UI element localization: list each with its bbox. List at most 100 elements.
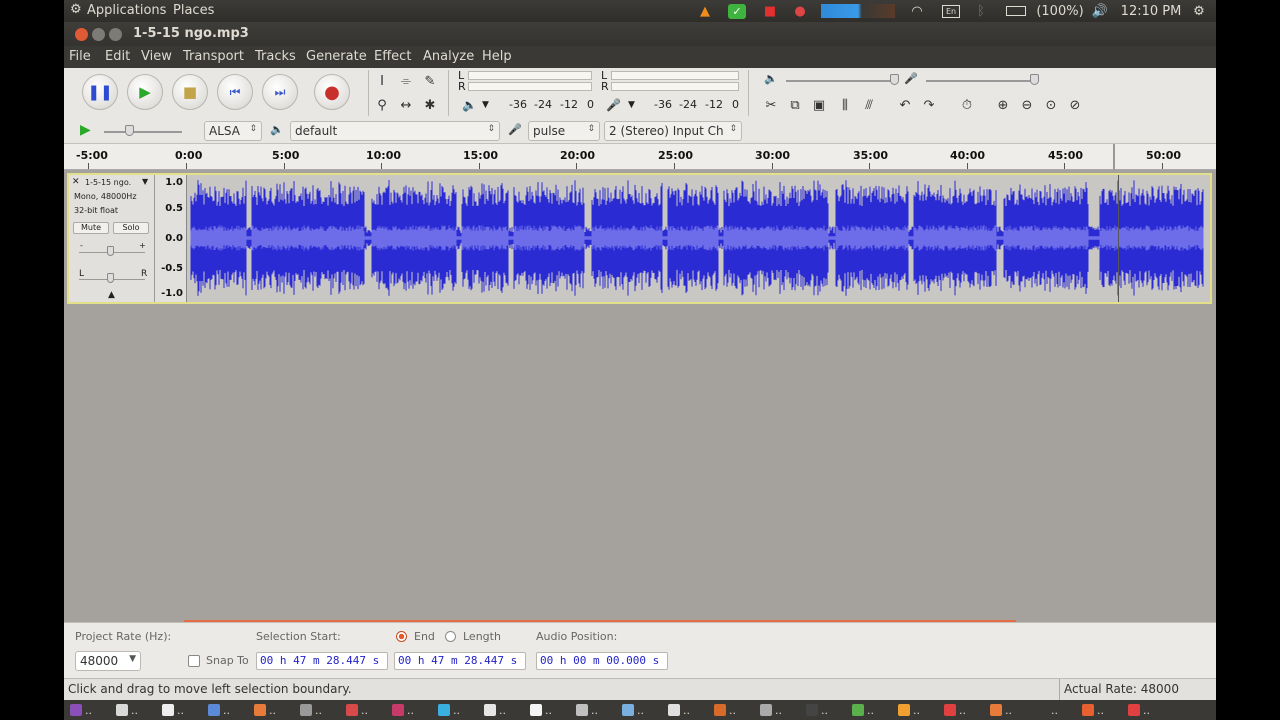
mute-button[interactable]: Mute — [73, 222, 109, 234]
taskbar-item[interactable]: .. — [1128, 702, 1150, 718]
play-button[interactable]: ▶ — [127, 74, 163, 110]
sync-lock-icon[interactable]: ⏱ — [958, 96, 976, 114]
menu-view[interactable]: View — [141, 49, 172, 64]
play-meter-dropdown-icon[interactable]: ▼ — [482, 100, 489, 110]
silence-icon[interactable]: ⫻ — [860, 96, 878, 114]
pan-slider[interactable] — [107, 273, 114, 283]
menu-generate[interactable]: Generate — [306, 49, 367, 64]
taskbar-item[interactable]: .. — [254, 702, 276, 718]
taskbar-item[interactable]: .. — [208, 702, 230, 718]
taskbar-item[interactable]: .. — [1036, 702, 1058, 718]
record-button[interactable]: ● — [314, 74, 350, 110]
playback-device-select[interactable]: default ⇕ — [290, 121, 500, 141]
envelope-tool-icon[interactable]: ⌯ — [397, 72, 415, 90]
taskbar-item[interactable]: .. — [162, 702, 184, 718]
zoom-in-icon[interactable]: ⊕ — [994, 96, 1012, 114]
selection-start-field[interactable]: 00 h 47 m 28.447 s — [256, 652, 388, 670]
undo-icon[interactable]: ↶ — [896, 96, 914, 114]
taskbar-item[interactable]: .. — [760, 702, 782, 718]
minimize-window-button[interactable] — [92, 28, 105, 41]
trim-icon[interactable]: ⫼ — [836, 96, 854, 114]
menu-analyze[interactable]: Analyze — [423, 49, 474, 64]
copy-icon[interactable]: ⧉ — [786, 96, 804, 114]
project-rate-select[interactable]: 48000 ▼ — [75, 651, 141, 671]
menu-effect[interactable]: Effect — [374, 49, 411, 64]
play-meter-speaker-icon[interactable]: 🔈 — [462, 98, 477, 112]
input-volume-slider[interactable] — [1030, 74, 1039, 85]
multi-tool-icon[interactable]: ✱ — [421, 96, 439, 114]
audio-position-field[interactable]: 00 h 00 m 00.000 s — [536, 652, 668, 670]
taskbar-item[interactable]: .. — [438, 702, 460, 718]
track-menu-dropdown-icon[interactable]: ▼ — [142, 177, 148, 186]
taskbar-item[interactable]: .. — [392, 702, 414, 718]
taskbar-item[interactable]: .. — [530, 702, 552, 718]
end-radio[interactable] — [396, 631, 407, 642]
menu-tracks[interactable]: Tracks — [255, 49, 296, 64]
selection-cursor-marker[interactable] — [1113, 144, 1115, 170]
fit-project-icon[interactable]: ⊘ — [1066, 96, 1084, 114]
ubuntu-logo-icon[interactable]: ⚙ — [70, 2, 82, 17]
redo-icon[interactable]: ↷ — [920, 96, 938, 114]
rec-meter-dropdown-icon[interactable]: ▼ — [628, 100, 635, 110]
taskbar-item[interactable]: .. — [70, 702, 92, 718]
vlc-icon[interactable]: ▲ — [696, 2, 714, 20]
fit-selection-icon[interactable]: ⊙ — [1042, 96, 1060, 114]
taskbar-item[interactable]: .. — [116, 702, 138, 718]
maximize-window-button[interactable] — [109, 28, 122, 41]
amplitude-scale[interactable]: 1.0 0.5 0.0 -0.5 -1.0 — [155, 175, 187, 302]
track-name[interactable]: 1-5-15 ngo. — [85, 178, 131, 187]
keyboard-icon[interactable]: En — [940, 2, 962, 20]
input-volume-track[interactable] — [926, 80, 1036, 82]
taskbar-item[interactable]: .. — [898, 702, 920, 718]
timeline-ruler[interactable]: -5:00 0:00 5:00 10:00 15:00 20:00 25:00 … — [64, 144, 1216, 170]
wifi-icon[interactable]: ◠ — [907, 2, 927, 20]
play-speed-track[interactable] — [104, 131, 182, 133]
gear-icon[interactable]: ⚙ — [1190, 2, 1208, 20]
output-volume-track[interactable] — [786, 80, 896, 82]
menu-help[interactable]: Help — [482, 49, 512, 64]
taskbar-item[interactable]: .. — [852, 702, 874, 718]
taskbar-item[interactable]: .. — [714, 702, 736, 718]
taskbar-item[interactable]: .. — [990, 702, 1012, 718]
menu-file[interactable]: File — [69, 49, 91, 64]
gain-slider[interactable] — [107, 246, 114, 256]
solo-button[interactable]: Solo — [113, 222, 149, 234]
rec-meter-mic-icon[interactable]: 🎤 — [606, 98, 621, 112]
close-track-icon[interactable]: ✕ — [72, 177, 80, 187]
taskbar-item[interactable]: .. — [576, 702, 598, 718]
taskbar-item[interactable]: .. — [622, 702, 644, 718]
camera-icon[interactable]: ■ — [760, 2, 780, 20]
menu-transport[interactable]: Transport — [183, 49, 244, 64]
close-window-button[interactable] — [75, 28, 88, 41]
draw-tool-icon[interactable]: ✎ — [421, 72, 439, 90]
stop-button[interactable]: ■ — [172, 74, 208, 110]
cut-icon[interactable]: ✂ — [762, 96, 780, 114]
paste-icon[interactable]: ▣ — [810, 96, 828, 114]
places-menu[interactable]: Places — [173, 3, 214, 18]
pause-button[interactable]: ❚❚ — [82, 74, 118, 110]
timeshift-tool-icon[interactable]: ↔ — [397, 96, 415, 114]
skip-end-button[interactable]: ⏭ — [262, 74, 298, 110]
audio-track[interactable]: ✕ 1-5-15 ngo. ▼ Mono, 48000Hz 32-bit flo… — [67, 173, 1212, 304]
selection-tool-icon[interactable]: I — [373, 72, 391, 90]
recording-device-select[interactable]: pulse ⇕ — [528, 121, 600, 141]
length-radio[interactable] — [445, 631, 456, 642]
battery-icon[interactable] — [1004, 2, 1028, 20]
checkmark-icon[interactable]: ✓ — [727, 2, 747, 20]
taskbar-item[interactable]: .. — [668, 702, 690, 718]
volume-icon[interactable]: 🔊 — [1090, 2, 1110, 20]
play-at-speed-icon[interactable]: ▶ — [80, 122, 91, 138]
bluetooth-icon[interactable]: ᛒ — [974, 2, 988, 20]
taskbar-item[interactable]: .. — [346, 702, 368, 718]
waveform[interactable] — [187, 175, 1210, 302]
taskbar-item[interactable]: .. — [806, 702, 828, 718]
taskbar-item[interactable]: .. — [1082, 702, 1104, 718]
zoom-tool-icon[interactable]: ⚲ — [373, 96, 391, 114]
applications-menu[interactable]: Applications — [87, 3, 166, 18]
zoom-out-icon[interactable]: ⊖ — [1018, 96, 1036, 114]
skip-start-button[interactable]: ⏮ — [217, 74, 253, 110]
snap-to-checkbox[interactable] — [188, 655, 200, 667]
collapse-track-icon[interactable]: ▲ — [108, 290, 115, 300]
taskbar-item[interactable]: .. — [944, 702, 966, 718]
play-speed-slider[interactable] — [125, 125, 134, 136]
